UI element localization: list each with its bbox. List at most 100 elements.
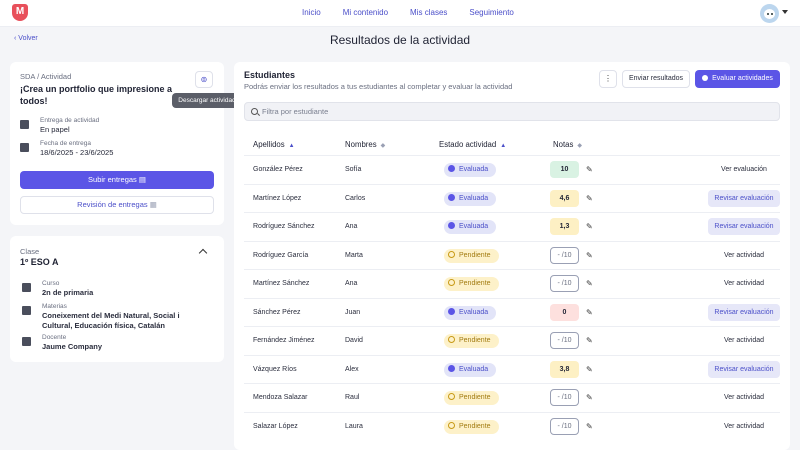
nav-item-mis-clases[interactable]: Mis clases	[410, 8, 447, 17]
table-row: Rodríguez García Marta Pendiente - /10 ✎ Ver …	[244, 240, 780, 270]
check-circle-icon	[448, 193, 455, 201]
student-surname: Fernández Jiménez	[253, 337, 315, 344]
student-surname: Sánchez Pérez	[253, 308, 301, 316]
status-badge: Pendiente	[444, 391, 499, 405]
grade-field[interactable]: 1,3	[550, 218, 579, 235]
table-row: Sánchez Pérez Juan Evaluada 0 ✎ Revisar evalu…	[244, 297, 780, 327]
grade-field[interactable]: - /10	[550, 275, 579, 292]
review-evaluation-button[interactable]: Revisar evaluación	[708, 189, 780, 207]
page-title: Resultados de la actividad	[329, 33, 471, 47]
pencil-icon[interactable]: ✎	[586, 365, 595, 374]
download-icon: ⊚	[200, 75, 208, 84]
view-button[interactable]: Ver actividad	[714, 332, 774, 349]
check-circle-icon	[448, 222, 455, 229]
review-evaluation-button[interactable]: Revisar evaluación	[708, 303, 780, 321]
sort-asc-icon: ▲	[288, 143, 295, 149]
column-nombres[interactable]: Nombres ◆	[345, 140, 385, 149]
student-name: Sofía	[345, 166, 362, 173]
chevron-down-icon[interactable]	[782, 10, 788, 14]
grade-field[interactable]: 4,6	[550, 189, 579, 207]
student-filter[interactable]	[244, 102, 780, 121]
send-results-button[interactable]: Enviar resultados	[622, 70, 690, 88]
download-activity-button[interactable]: ⊚	[195, 71, 213, 88]
grid-icon: ▦	[149, 200, 157, 209]
review-deliveries-button[interactable]: Revisión de entregas ▦	[20, 196, 214, 214]
clock-icon	[448, 393, 455, 400]
student-surname: Salazar López	[253, 422, 298, 430]
table-row: González Pérez Sofía Evaluada 10 ✎ Ver evalua…	[244, 155, 780, 184]
review-evaluation-button[interactable]: Revisar evaluación	[708, 218, 780, 235]
evaluate-activities-button[interactable]: Evaluar actividades	[695, 70, 780, 88]
main-nav: Inicio Mi contenido Mis clases Seguimien…	[302, 8, 536, 17]
student-surname: Vázquez Ríos	[253, 365, 297, 373]
nav-item-mi-contenido[interactable]: Mi contenido	[343, 8, 388, 17]
check-circle-icon	[448, 165, 455, 172]
student-surname: González Pérez	[253, 166, 303, 173]
app-logo[interactable]: M	[12, 4, 28, 21]
activity-card: SDA / Actividad ¡Crea un portfolio que i…	[10, 62, 224, 225]
grade-field[interactable]: - /10	[550, 417, 579, 435]
teacher-icon	[22, 337, 31, 346]
pencil-icon[interactable]: ✎	[586, 194, 595, 203]
pencil-icon[interactable]: ✎	[586, 422, 595, 431]
grade-field[interactable]: 0	[550, 303, 579, 321]
subjects-info: Materias Coneixement del Medi Natural, S…	[22, 303, 212, 331]
sort-icon: ◆	[380, 143, 386, 149]
pencil-icon[interactable]: ✎	[586, 279, 595, 288]
status-badge: Evaluada	[444, 191, 497, 206]
student-surname: Rodríguez Sánchez	[253, 223, 315, 230]
pencil-icon[interactable]: ✎	[586, 336, 595, 345]
check-circle-icon	[448, 364, 455, 372]
status-badge: Evaluada	[444, 220, 497, 234]
pencil-icon[interactable]: ✎	[586, 251, 595, 260]
view-button[interactable]: Ver actividad	[714, 418, 774, 435]
upload-deliveries-button[interactable]: Subir entregas ▤	[20, 171, 214, 189]
column-apellidos[interactable]: Apellidos ▲	[253, 140, 295, 149]
books-icon	[22, 306, 31, 315]
sort-asc-icon: ▲	[500, 143, 507, 149]
nav-item-seguimiento[interactable]: Seguimiento	[469, 8, 513, 17]
activity-breadcrumb: SDA / Actividad	[20, 72, 72, 81]
view-button[interactable]: Ver evaluación	[714, 161, 774, 178]
column-estado[interactable]: Estado actividad ▲	[439, 140, 506, 149]
table-row: Salazar López Laura Pendiente - /10 ✎ Ver act…	[244, 411, 780, 441]
status-badge: Evaluada	[444, 163, 497, 177]
view-button[interactable]: Ver actividad	[714, 275, 774, 292]
more-options-button[interactable]: ⋮	[599, 70, 617, 88]
search-icon	[251, 108, 258, 115]
top-bar: M Inicio Mi contenido Mis clases Seguimi…	[0, 0, 800, 27]
table-row: Martínez Sánchez Ana Pendiente - /10 ✎ Ver ac…	[244, 269, 780, 298]
grade-field[interactable]: 10	[550, 161, 579, 178]
view-button[interactable]: Ver actividad	[714, 389, 774, 406]
chevron-up-icon[interactable]	[198, 248, 208, 258]
column-notas[interactable]: Notas ◆	[553, 140, 582, 149]
grade-field[interactable]: - /10	[550, 332, 579, 349]
pencil-icon[interactable]: ✎	[586, 393, 595, 402]
document-icon	[20, 120, 29, 129]
student-surname: Martínez López	[253, 194, 302, 202]
view-button[interactable]: Ver actividad	[714, 247, 774, 264]
clock-icon	[448, 279, 455, 286]
students-title: Estudiantes	[244, 70, 296, 80]
clock-icon	[448, 250, 455, 258]
student-name: David	[345, 337, 363, 344]
table-row: Vázquez Ríos Alex Evaluada 3,8 ✎ Revisar eval…	[244, 354, 780, 384]
avatar[interactable]	[760, 4, 779, 23]
graduation-cap-icon	[22, 283, 31, 292]
pencil-icon[interactable]: ✎	[586, 165, 595, 174]
clock-icon	[448, 421, 455, 429]
nav-item-inicio[interactable]: Inicio	[302, 8, 321, 17]
file-icon: ▤	[138, 175, 146, 184]
class-card: Clase 1º ESO A Curso 2n de primaria Mate…	[10, 236, 224, 362]
pencil-icon[interactable]: ✎	[586, 308, 595, 317]
grade-field[interactable]: - /10	[550, 389, 579, 406]
grade-field[interactable]: 3,8	[550, 360, 579, 378]
pencil-icon[interactable]: ✎	[586, 222, 595, 231]
table-row: Rodríguez Sánchez Ana Evaluada 1,3 ✎ Revisar …	[244, 212, 780, 241]
review-evaluation-button[interactable]: Revisar evaluación	[708, 360, 780, 378]
class-name: 1º ESO A	[20, 257, 59, 267]
student-name: Juan	[345, 308, 361, 316]
grade-field[interactable]: - /10	[550, 246, 579, 264]
status-badge: Pendiente	[444, 277, 499, 291]
student-filter-input[interactable]	[262, 105, 762, 118]
